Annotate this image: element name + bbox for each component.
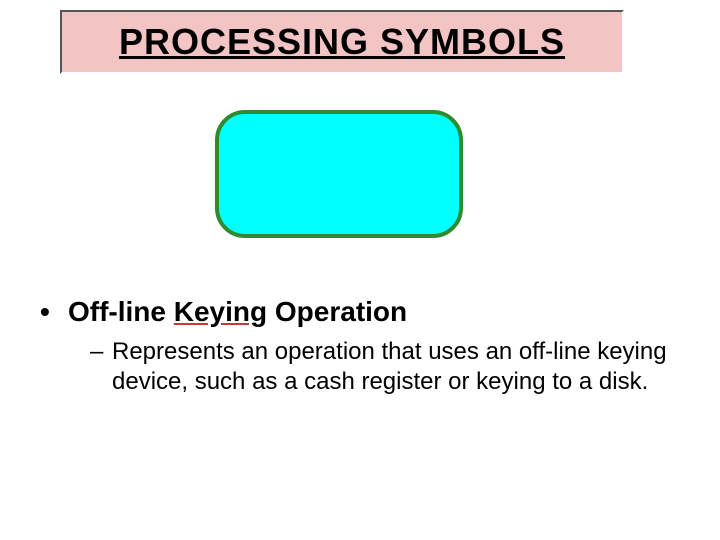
bullet-text: Off-line Keying Operation [68, 295, 407, 329]
subbullet-marker: – [90, 337, 112, 367]
title-box: PROCESSING SYMBOLS [60, 10, 624, 74]
bullet-marker: • [40, 295, 68, 329]
slide: PROCESSING SYMBOLS • Off-line Keying Ope… [0, 0, 720, 540]
bullet-text-keyword: Keying [174, 296, 267, 327]
bullet-text-post: Operation [267, 296, 407, 327]
slide-title: PROCESSING SYMBOLS [119, 21, 565, 63]
content-block: • Off-line Keying Operation – Represents… [40, 295, 680, 397]
rounded-rectangle-symbol [215, 110, 463, 238]
subbullet-text: Represents an operation that uses an off… [112, 337, 672, 397]
bullet-level-2: – Represents an operation that uses an o… [90, 337, 680, 397]
bullet-level-1: • Off-line Keying Operation [40, 295, 680, 329]
bullet-text-pre: Off-line [68, 296, 174, 327]
